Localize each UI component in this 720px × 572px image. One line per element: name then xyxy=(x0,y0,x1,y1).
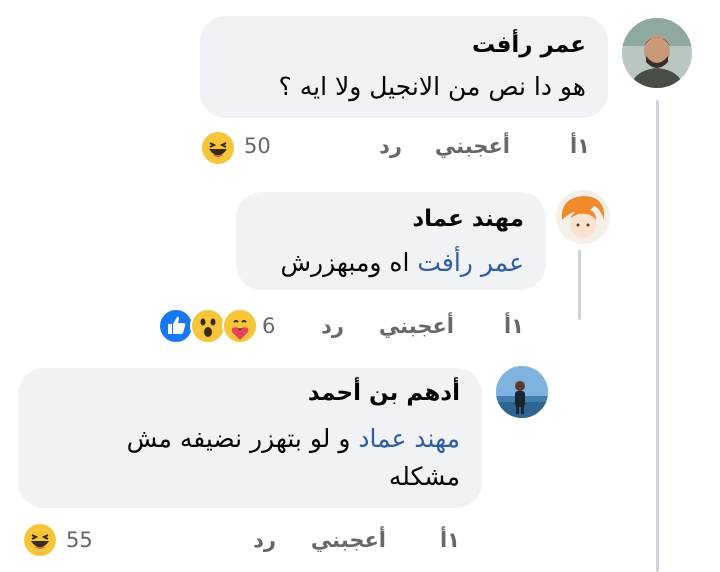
comment-time[interactable]: ١أ xyxy=(570,134,590,158)
reply-link[interactable]: رد xyxy=(321,314,344,338)
thread-line-branch xyxy=(578,250,581,320)
reaction-count[interactable]: 6 xyxy=(262,314,275,338)
comment-text-content: اه ومبهزرش xyxy=(280,248,410,277)
comment-author[interactable]: عمر رأفت xyxy=(472,32,586,58)
comment-author[interactable]: مهند عماد xyxy=(412,206,524,232)
comment-actions: ١أ أعجبني رد xyxy=(100,528,470,558)
laugh-face-icon xyxy=(209,142,227,157)
comment-bubble: عمر رأفت هو دا نص من الانجيل ولا ايه ؟ xyxy=(200,16,608,118)
profile-photo-icon xyxy=(496,366,548,418)
reaction-count[interactable]: 55 xyxy=(66,528,93,552)
laugh-emoji[interactable] xyxy=(200,130,236,166)
reply-link[interactable]: رد xyxy=(379,134,402,158)
comment-time[interactable]: ١أ xyxy=(504,314,524,338)
comment-text: هو دا نص من الانجيل ولا ايه ؟ xyxy=(278,72,587,101)
comment-text-line2: مشكله xyxy=(388,462,460,491)
profile-photo-icon xyxy=(622,18,692,88)
mention-link[interactable]: عمر رأفت xyxy=(417,248,524,277)
laugh-face-icon xyxy=(31,534,49,549)
avatar[interactable] xyxy=(496,366,548,418)
thread-line-main xyxy=(656,100,659,572)
like-link[interactable]: أعجبني xyxy=(379,314,454,338)
comment-bubble: مهند عماد عمر رأفت اه ومبهزرش xyxy=(236,192,546,290)
mention-link[interactable]: مهند عماد xyxy=(358,424,460,453)
care-face-icon xyxy=(231,320,249,340)
comment-actions: ١أ أعجبني رد xyxy=(250,314,540,344)
profile-photo-icon xyxy=(556,190,610,244)
wow-face-icon xyxy=(200,318,216,337)
comment-text: عمر رأفت اه ومبهزرش xyxy=(281,248,525,277)
like-emoji[interactable] xyxy=(158,308,194,344)
like-link[interactable]: أعجبني xyxy=(311,528,386,552)
like-link[interactable]: أعجبني xyxy=(435,134,510,158)
reaction-count[interactable]: 50 xyxy=(244,134,271,158)
comment-time[interactable]: ١أ xyxy=(440,528,460,552)
comment-text-content: و لو بتهزر نضيفه مش xyxy=(126,424,351,453)
comment-text: مهند عماد و لو بتهزر نضيفه مش xyxy=(127,424,460,453)
thumbs-up-icon xyxy=(168,316,186,334)
comment-bubble: أدهم بن أحمد مهند عماد و لو بتهزر نضيفه … xyxy=(18,368,482,508)
care-emoji[interactable] xyxy=(222,308,258,344)
reply-link[interactable]: رد xyxy=(253,528,276,552)
avatar[interactable] xyxy=(556,190,610,244)
avatar[interactable] xyxy=(622,18,692,88)
laugh-emoji[interactable] xyxy=(22,522,58,558)
comment-author[interactable]: أدهم بن أحمد xyxy=(308,380,460,406)
wow-emoji[interactable] xyxy=(190,308,226,344)
